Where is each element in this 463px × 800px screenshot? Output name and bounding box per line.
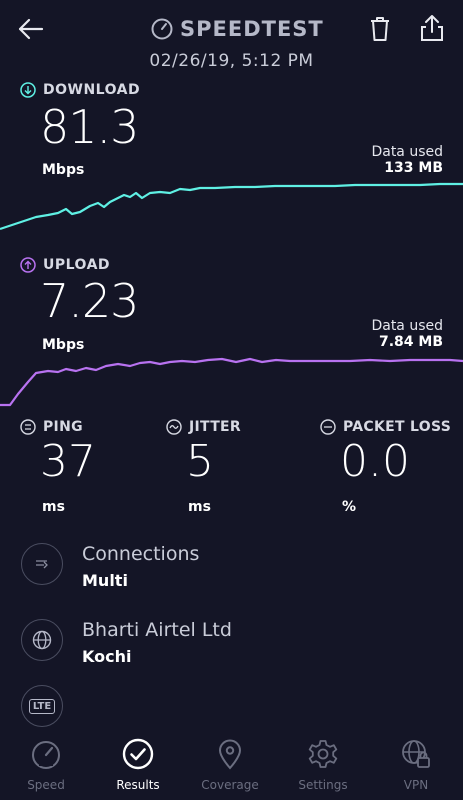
ping-label: PING bbox=[20, 419, 83, 435]
lte-badge-icon: LTE bbox=[21, 685, 63, 727]
bottom-navigation: Speed Results Coverage Settings VPN bbox=[0, 731, 463, 800]
upload-graph-line bbox=[0, 357, 463, 407]
arrow-left-icon bbox=[18, 18, 44, 40]
nav-item-vpn[interactable]: VPN bbox=[370, 731, 462, 800]
jitter-value: 5 bbox=[186, 436, 214, 487]
speedometer-icon bbox=[151, 18, 173, 40]
app-title: SPEEDTEST bbox=[150, 14, 324, 44]
gear-icon bbox=[308, 740, 338, 768]
download-data-used: Data used 133 MB bbox=[371, 144, 443, 176]
download-label: DOWNLOAD bbox=[20, 82, 140, 98]
delete-button[interactable] bbox=[366, 14, 394, 44]
upload-label: UPLOAD bbox=[20, 257, 110, 273]
upload-speed-graph bbox=[0, 357, 463, 407]
share-icon bbox=[421, 15, 443, 41]
packet-loss-label: PACKET LOSS bbox=[320, 419, 451, 435]
connections-title: Connections bbox=[82, 543, 200, 565]
nav-label-vpn: VPN bbox=[403, 778, 429, 792]
upload-data-used-value: 7.84 MB bbox=[378, 334, 443, 350]
nav-item-coverage[interactable]: Coverage bbox=[184, 731, 276, 800]
nav-label-settings: Settings bbox=[298, 778, 348, 792]
connections-icon bbox=[21, 543, 63, 585]
nav-item-speed[interactable]: Speed bbox=[0, 731, 92, 800]
provider-location: Kochi bbox=[82, 647, 132, 666]
ping-value: 37 bbox=[40, 436, 96, 487]
packet-loss-unit: % bbox=[342, 499, 357, 515]
jitter-unit: ms bbox=[188, 499, 211, 515]
nav-label-speed: Speed bbox=[27, 778, 65, 792]
app-title-text: SPEEDTEST bbox=[180, 17, 324, 41]
upload-data-used-label: Data used bbox=[371, 318, 443, 334]
back-button[interactable] bbox=[14, 12, 48, 46]
lte-badge-text: LTE bbox=[28, 698, 56, 714]
provider-name: Bharti Airtel Ltd bbox=[82, 619, 232, 641]
trash-icon bbox=[371, 17, 389, 41]
nav-item-settings[interactable]: Settings bbox=[277, 731, 369, 800]
download-data-used-label: Data used bbox=[371, 144, 443, 160]
nav-item-results[interactable]: Results bbox=[92, 731, 184, 800]
packet-loss-icon bbox=[320, 419, 336, 435]
download-data-used-value: 133 MB bbox=[384, 160, 443, 176]
share-button[interactable] bbox=[418, 12, 446, 44]
jitter-label: JITTER bbox=[166, 419, 241, 435]
jitter-icon bbox=[166, 419, 182, 435]
ping-unit: ms bbox=[42, 499, 65, 515]
upload-speed-value: 7.23 bbox=[40, 274, 139, 328]
provider-icon bbox=[21, 619, 63, 661]
top-bar: SPEEDTEST bbox=[0, 0, 463, 56]
vpn-globe-lock-icon bbox=[402, 740, 430, 768]
download-arrow-icon bbox=[20, 82, 36, 98]
check-circle-icon bbox=[122, 738, 154, 770]
nav-label-results: Results bbox=[116, 778, 160, 792]
globe-icon bbox=[32, 630, 52, 650]
packet-loss-value: 0.0 bbox=[340, 436, 410, 487]
download-speed-graph bbox=[0, 182, 463, 231]
download-graph-line bbox=[0, 182, 463, 231]
nav-label-coverage: Coverage bbox=[201, 778, 259, 792]
test-datetime: 02/26/19, 5:12 PM bbox=[149, 51, 314, 71]
upload-arrow-icon bbox=[20, 257, 36, 273]
map-pin-icon bbox=[218, 739, 242, 770]
ping-icon bbox=[20, 419, 36, 435]
upload-data-used: Data used 7.84 MB bbox=[371, 318, 443, 350]
connections-value: Multi bbox=[82, 571, 128, 590]
speedometer-icon bbox=[32, 741, 60, 769]
download-speed-value: 81.3 bbox=[40, 100, 139, 154]
multi-connection-icon bbox=[36, 560, 48, 569]
